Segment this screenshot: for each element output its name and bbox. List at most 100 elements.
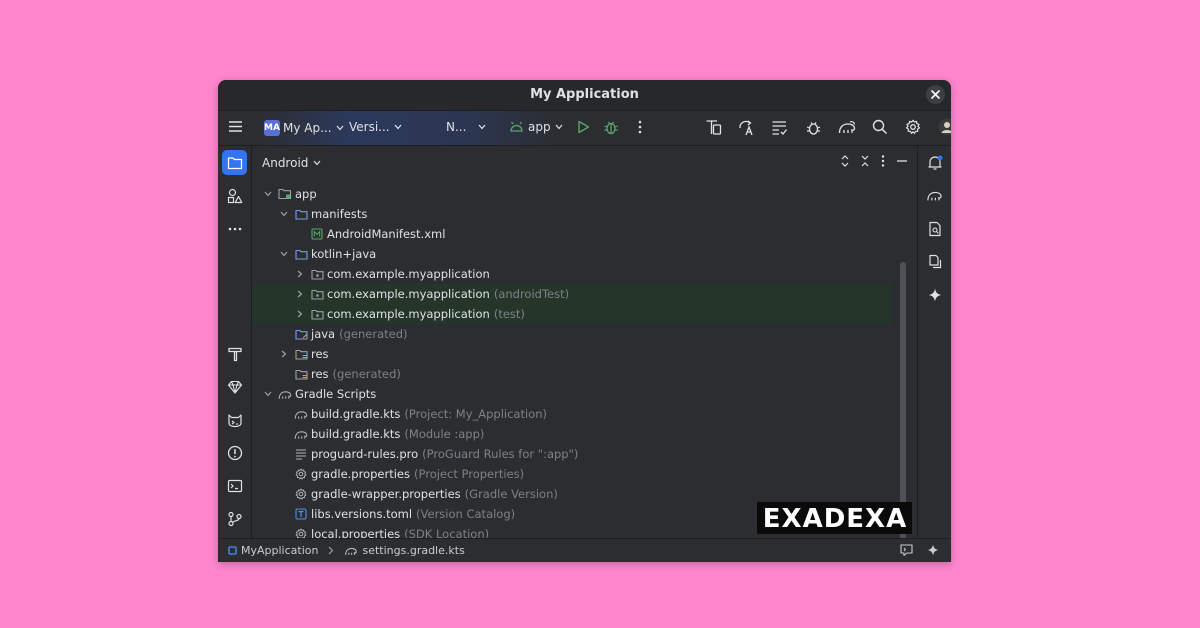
debug-button[interactable] bbox=[603, 119, 619, 135]
problems-tool-button[interactable] bbox=[222, 440, 247, 465]
gradle-tool-button[interactable] bbox=[922, 183, 947, 208]
app-inspection-button[interactable] bbox=[805, 119, 822, 136]
tree-row[interactable]: res (generated) bbox=[252, 364, 892, 384]
bug-sync-icon bbox=[806, 122, 821, 135]
git-branch-icon bbox=[227, 511, 242, 526]
tree-row[interactable]: proguard-rules.pro (ProGuard Rules for ":… bbox=[252, 444, 892, 464]
device-mirroring-button[interactable] bbox=[922, 249, 947, 274]
nav-label: N... bbox=[446, 120, 467, 134]
tree-row[interactable]: app bbox=[252, 184, 892, 204]
tree-row[interactable]: com.example.myapplication (androidTest) bbox=[252, 284, 892, 304]
minimize-icon[interactable] bbox=[896, 155, 908, 167]
project-tree: app manifests AndroidManifest.xml kotlin+ja… bbox=[252, 184, 892, 544]
nav-selector[interactable]: N... bbox=[446, 120, 486, 134]
chevron-right-icon[interactable] bbox=[278, 350, 290, 358]
more-tools-button[interactable] bbox=[222, 216, 247, 241]
tree-row[interactable]: build.gradle.kts (Project: My_Application… bbox=[252, 404, 892, 424]
diamond-icon bbox=[227, 380, 242, 394]
gradle-sync-button[interactable] bbox=[838, 119, 856, 136]
chevron-right-icon[interactable] bbox=[294, 290, 306, 298]
project-badge: MA bbox=[264, 120, 280, 136]
comment-icon[interactable] bbox=[900, 544, 913, 556]
project-selector[interactable]: MA My Ap... bbox=[264, 120, 344, 136]
notifications-button[interactable] bbox=[922, 150, 947, 175]
chevron-down-icon[interactable] bbox=[278, 251, 290, 257]
tree-row[interactable]: java (generated) bbox=[252, 324, 892, 344]
tree-row-label: com.example.myapplication bbox=[327, 287, 490, 301]
tree-row-hint: (Project Properties) bbox=[414, 467, 525, 481]
tree-row-hint: (ProGuard Rules for ":app") bbox=[422, 447, 579, 461]
tree-row[interactable]: AndroidManifest.xml bbox=[252, 224, 892, 244]
chevron-down-icon[interactable] bbox=[278, 211, 290, 217]
module-square-icon bbox=[228, 546, 237, 555]
settings-file-icon bbox=[294, 467, 308, 481]
tree-row[interactable]: manifests bbox=[252, 204, 892, 224]
collapse-all-icon[interactable] bbox=[860, 155, 870, 167]
more-vertical-icon bbox=[638, 120, 642, 134]
left-tool-strip bbox=[218, 146, 252, 538]
tree-row-label: app bbox=[295, 187, 317, 201]
hammer-icon bbox=[227, 347, 242, 361]
chevron-right-icon[interactable] bbox=[294, 270, 306, 278]
tree-row[interactable]: gradle.properties (Project Properties) bbox=[252, 464, 892, 484]
tree-row[interactable]: Gradle Scripts bbox=[252, 384, 892, 404]
vcs-selector[interactable]: Versi... bbox=[349, 120, 402, 134]
search-button[interactable] bbox=[872, 119, 888, 135]
chevron-down-icon[interactable] bbox=[262, 191, 274, 197]
breadcrumb-project[interactable]: MyApplication bbox=[241, 544, 318, 557]
gradle-icon bbox=[294, 407, 308, 421]
main-menu-button[interactable] bbox=[228, 120, 243, 133]
tree-row[interactable]: build.gradle.kts (Module :app) bbox=[252, 424, 892, 444]
git-tool-button[interactable] bbox=[222, 506, 247, 531]
terminal-tool-button[interactable] bbox=[222, 473, 247, 498]
tree-row-label: proguard-rules.pro bbox=[311, 447, 419, 461]
tree-row[interactable]: com.example.myapplication bbox=[252, 264, 892, 284]
project-panel: Android app manifests AndroidManifest.xml k… bbox=[252, 146, 918, 562]
translate-button[interactable] bbox=[738, 119, 755, 136]
build-tool-button[interactable] bbox=[222, 341, 247, 366]
bug-icon bbox=[604, 121, 618, 135]
status-bar: MyApplication settings.gradle.kts bbox=[218, 538, 951, 562]
settings-button[interactable] bbox=[905, 119, 921, 135]
device-file-explorer-button[interactable] bbox=[922, 216, 947, 241]
package-icon bbox=[310, 287, 324, 301]
run-button[interactable] bbox=[577, 120, 590, 134]
more-actions-button[interactable] bbox=[637, 120, 643, 134]
close-button[interactable] bbox=[926, 85, 945, 104]
file-search-icon bbox=[928, 221, 941, 236]
tree-row-hint: (Module :app) bbox=[404, 427, 485, 441]
project-tool-button[interactable] bbox=[222, 150, 247, 175]
ide-window: My Application MA My Ap... Versi... N... bbox=[218, 80, 951, 562]
expand-all-icon[interactable] bbox=[840, 155, 850, 167]
sparkle-icon[interactable] bbox=[927, 544, 939, 556]
gemini-tool-button[interactable] bbox=[222, 374, 247, 399]
title-bar: My Application bbox=[218, 80, 951, 111]
chevron-down-icon[interactable] bbox=[262, 391, 274, 397]
commit-list-icon bbox=[772, 121, 788, 135]
tree-row-hint: (Project: My_Application) bbox=[404, 407, 547, 421]
view-mode-selector[interactable]: Android bbox=[262, 156, 321, 170]
folder-icon bbox=[227, 156, 242, 169]
resource-manager-button[interactable] bbox=[222, 183, 247, 208]
gradle-elephant-icon bbox=[345, 547, 358, 555]
tree-row[interactable]: kotlin+java bbox=[252, 244, 892, 264]
logcat-tool-button[interactable] bbox=[222, 407, 247, 432]
panel-header-actions bbox=[840, 155, 908, 167]
run-config-selector[interactable]: app bbox=[509, 120, 563, 134]
tree-row[interactable]: com.example.myapplication (test) bbox=[252, 304, 892, 324]
tree-row-hint: (Gradle Version) bbox=[464, 487, 558, 501]
user-avatar[interactable] bbox=[938, 118, 951, 136]
ai-assistant-button[interactable] bbox=[922, 282, 947, 307]
breadcrumb-file[interactable]: settings.gradle.kts bbox=[362, 544, 464, 557]
more-vertical-icon[interactable] bbox=[880, 155, 886, 167]
tree-row[interactable]: gradle-wrapper.properties (Gradle Version… bbox=[252, 484, 892, 504]
chevron-down-icon bbox=[394, 124, 402, 130]
android-icon bbox=[510, 121, 523, 132]
tree-row-hint: (test) bbox=[493, 307, 525, 321]
more-horizontal-icon bbox=[228, 227, 241, 230]
chevron-right-icon[interactable] bbox=[294, 310, 306, 318]
tree-row[interactable]: res bbox=[252, 344, 892, 364]
device-manager-button[interactable] bbox=[705, 119, 722, 136]
view-mode-label: Android bbox=[262, 156, 309, 170]
commit-button[interactable] bbox=[771, 119, 788, 136]
